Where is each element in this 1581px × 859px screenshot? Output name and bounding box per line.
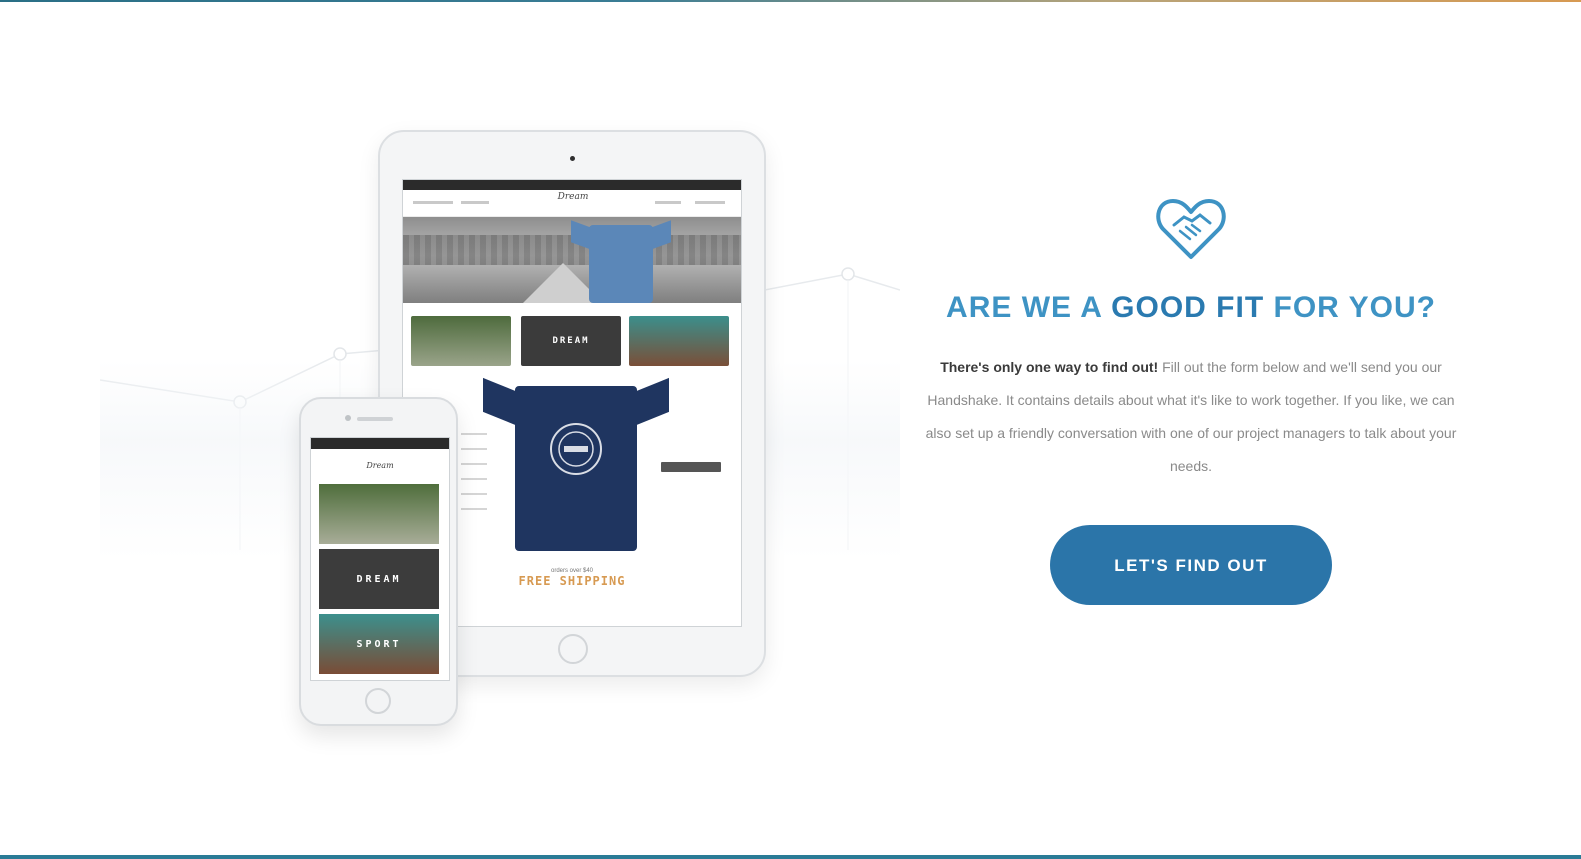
- site-category-tiles: DREAM: [411, 316, 733, 368]
- phone-speaker: [357, 417, 393, 421]
- site-logo: Dream: [557, 192, 589, 202]
- site-add-button: [661, 462, 721, 472]
- tablet-camera: [570, 156, 575, 161]
- bottom-accent-bar: [0, 855, 1581, 859]
- phone-camera: [345, 415, 351, 421]
- category-tile: DREAM: [521, 316, 621, 366]
- description-lead: There's only one way to find out!: [940, 359, 1159, 375]
- phone-category-tile: [319, 484, 439, 544]
- tablet-home-button: [558, 634, 588, 664]
- phone-mockup: Dream DREAM SPORT: [299, 397, 458, 726]
- phone-category-tile: DREAM: [319, 549, 439, 609]
- phone-site-bar: [311, 438, 449, 449]
- navy-tshirt-image: [483, 377, 669, 551]
- shipping-big-text: FREE SHIPPING: [518, 574, 626, 588]
- section-description: There's only one way to find out! Fill o…: [916, 351, 1466, 483]
- site-free-shipping: orders over $40 FREE SHIPPING: [507, 568, 637, 588]
- site-nav: Dream: [403, 190, 741, 217]
- heading-part1: ARE WE A: [946, 291, 1112, 324]
- description-body: Fill out the form below and we'll send y…: [925, 359, 1457, 474]
- site-hero-image: [403, 217, 741, 303]
- phone-category-tile: SPORT: [319, 614, 439, 674]
- category-tile: [629, 316, 729, 366]
- blue-tshirt-image: [571, 220, 671, 303]
- heading-strong: GOOD FIT: [1111, 291, 1265, 324]
- site-side-list: [461, 433, 487, 523]
- site-top-bar: [403, 180, 741, 190]
- phone-home-button: [365, 688, 391, 714]
- heart-handshake-icon: [1156, 199, 1226, 259]
- phone-screen: Dream DREAM SPORT: [310, 437, 450, 681]
- heading-part2: FOR YOU?: [1264, 291, 1436, 324]
- good-fit-section: ARE WE A GOOD FIT FOR YOU? There's only …: [915, 195, 1467, 605]
- category-tile: [411, 316, 511, 366]
- section-heading: ARE WE A GOOD FIT FOR YOU?: [915, 291, 1467, 325]
- phone-site-logo: Dream: [366, 461, 394, 470]
- lets-find-out-button[interactable]: LET'S FIND OUT: [1050, 525, 1332, 605]
- top-accent-bar: [0, 0, 1581, 2]
